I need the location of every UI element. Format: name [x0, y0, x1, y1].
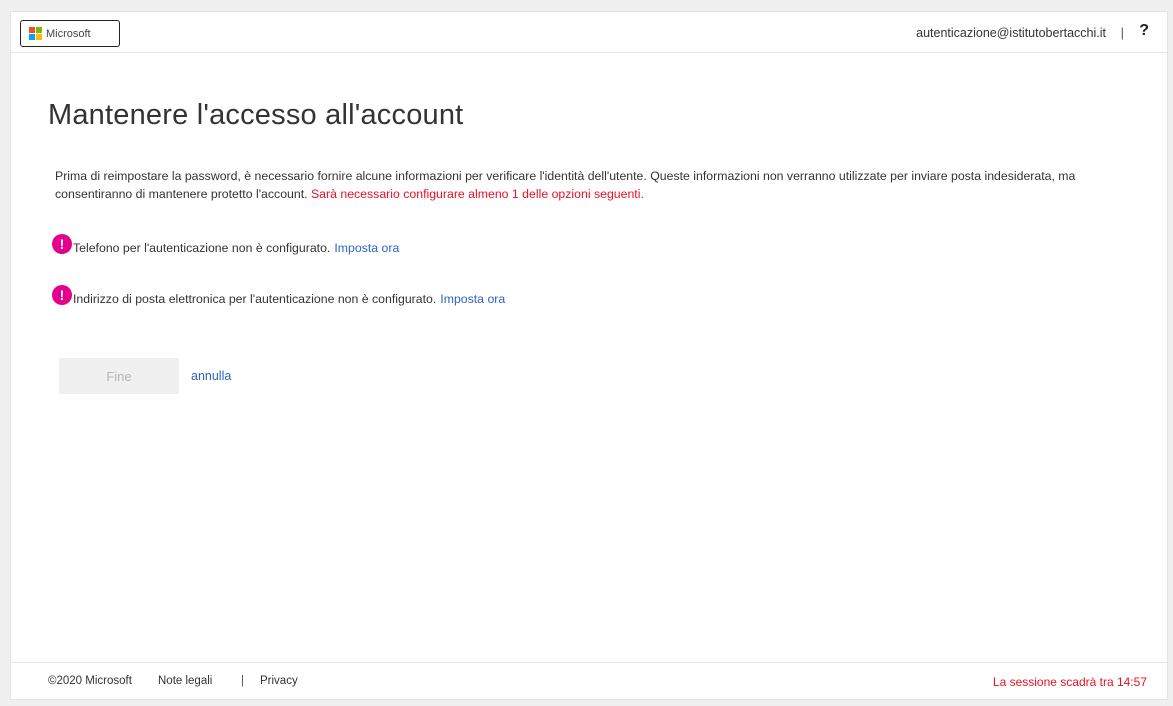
header-separator: |: [1120, 25, 1124, 40]
setup-email-link[interactable]: Imposta ora: [440, 292, 505, 306]
finish-button[interactable]: Fine: [59, 358, 179, 394]
cancel-link[interactable]: annulla: [191, 369, 231, 383]
help-icon[interactable]: ?: [1139, 22, 1149, 40]
intro-warning: Sarà necessario configurare almeno 1 del…: [310, 187, 644, 201]
exclamation-circle-icon: !: [52, 285, 72, 305]
copyright: ©2020 Microsoft: [48, 675, 132, 687]
setup-phone-link[interactable]: Imposta ora: [334, 241, 399, 255]
microsoft-squares-icon: [29, 27, 42, 40]
footer: ©2020 Microsoft Note legali | Privacy La…: [11, 662, 1167, 699]
page-frame: Microsoft autenticazione@istitutobertacc…: [10, 11, 1168, 700]
page-title: Mantenere l'accesso all'account: [48, 99, 464, 131]
header-bar: Microsoft autenticazione@istitutobertacc…: [11, 12, 1167, 53]
auth-email-item: ! Indirizzo di posta elettronica per l'a…: [52, 285, 505, 306]
exclamation-circle-icon: !: [52, 234, 72, 254]
logo-text: Microsoft: [46, 27, 91, 40]
microsoft-logo[interactable]: Microsoft: [20, 20, 120, 47]
auth-phone-item: ! Telefono per l'autenticazione non è co…: [52, 234, 399, 255]
privacy-link[interactable]: Privacy: [260, 675, 298, 687]
footer-separator: |: [241, 675, 244, 687]
auth-phone-text: Telefono per l'autenticazione non è conf…: [73, 241, 331, 255]
legal-link[interactable]: Note legali: [158, 675, 212, 687]
user-email: autenticazione@istitutobertacchi.it: [916, 26, 1106, 40]
session-timer: La sessione scadrà tra 14:57: [992, 675, 1147, 689]
auth-email-text: Indirizzo di posta elettronica per l'aut…: [73, 292, 437, 306]
intro-paragraph: Prima di reimpostare la password, è nece…: [55, 167, 1145, 203]
